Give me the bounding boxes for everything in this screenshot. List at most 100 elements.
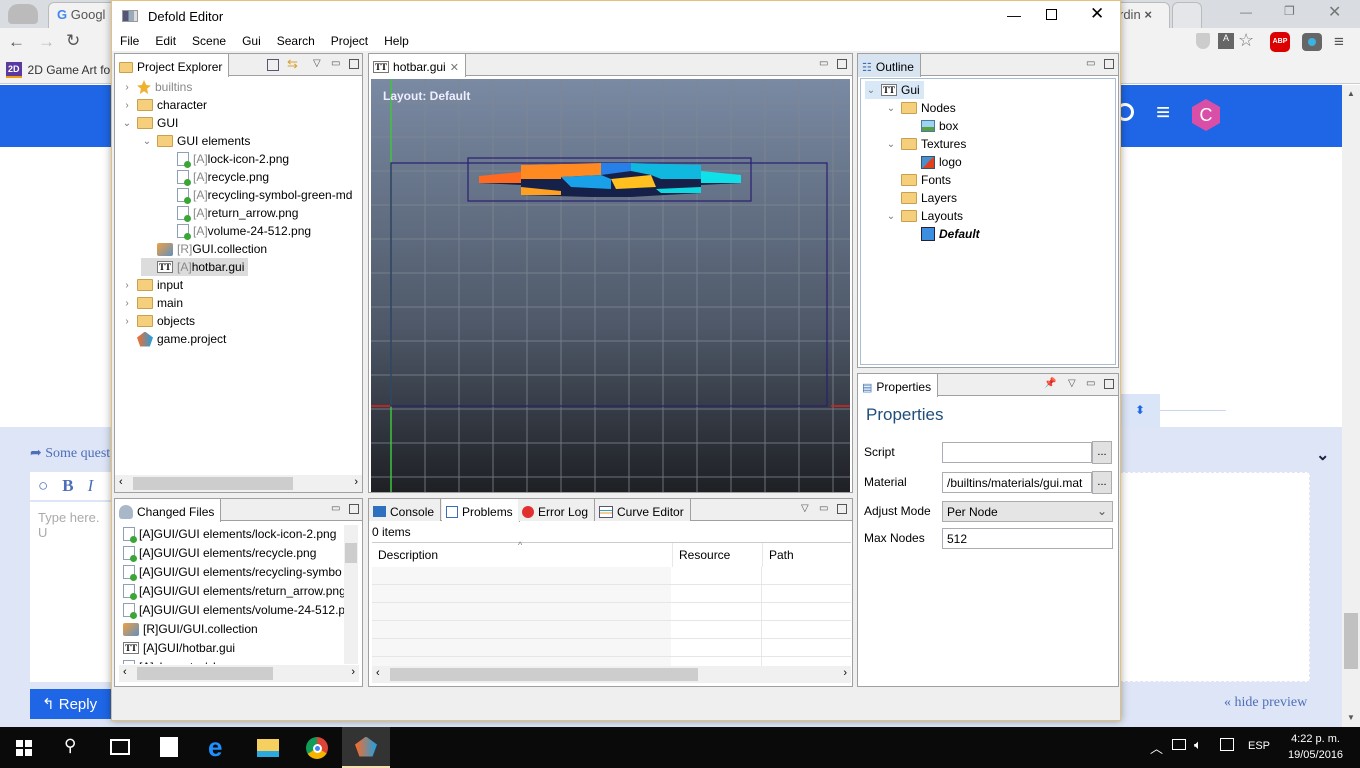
maximize-panel-icon[interactable] [837, 59, 847, 69]
tab-error-log[interactable]: Error Log [518, 499, 596, 521]
scroll-thumb[interactable] [390, 668, 698, 681]
outline-item[interactable]: ⌄ Nodes [885, 99, 956, 117]
expand-chevron-icon[interactable]: ⌄ [141, 136, 153, 147]
link-editor-icon[interactable]: ⇆ [287, 56, 298, 72]
italic-button[interactable]: I [88, 476, 94, 496]
tree-item[interactable]: › builtins [121, 78, 192, 96]
translate-icon[interactable]: A [1218, 33, 1234, 49]
changed-file-item[interactable]: [A]GUI/GUI elements/lock-icon-2.png [123, 525, 336, 543]
minimize-icon[interactable]: — [1007, 7, 1021, 23]
menu-icon[interactable]: ≡ [1334, 32, 1344, 52]
outline-item[interactable]: ⌄ Layouts [885, 207, 963, 225]
minimize-panel-icon[interactable]: ▭ [331, 58, 340, 69]
column-description[interactable]: Description ^ [372, 540, 671, 567]
reply-editor[interactable]: Type here. U [30, 502, 120, 682]
pin-icon[interactable]: 📌 [1044, 378, 1056, 389]
hide-preview-link[interactable]: « hide preview [1224, 695, 1307, 711]
collapse-icon[interactable]: ⌄ [1316, 445, 1329, 465]
tree-item[interactable]: [A]volume-24-512.png [161, 222, 311, 240]
back-icon[interactable]: ← [8, 32, 25, 52]
quote-icon[interactable]: ○ [38, 476, 48, 496]
close-icon[interactable]: ✕ [1090, 4, 1104, 24]
expand-chevron-icon[interactable]: › [121, 316, 133, 327]
scroll-up-icon[interactable]: ▲ [1347, 89, 1355, 98]
expand-chevron-icon[interactable]: ⌄ [885, 211, 897, 222]
reload-icon[interactable]: ↻ [66, 31, 80, 51]
close-tab-icon[interactable]: × [1144, 7, 1152, 22]
expand-chevron-icon[interactable]: ⌄ [865, 85, 877, 96]
page-scrollbar[interactable]: ▲ ▼ [1342, 85, 1360, 727]
vertical-scrollbar[interactable] [344, 525, 358, 664]
changed-file-item[interactable]: [A]GUI/GUI elements/volume-24-512.p [123, 601, 344, 619]
scroll-left-icon[interactable]: ‹ [123, 666, 127, 678]
scroll-thumb[interactable] [133, 477, 293, 490]
menu-project[interactable]: Project [323, 31, 376, 51]
view-menu-icon[interactable]: ▽ [1068, 378, 1076, 389]
eye-icon[interactable] [1302, 33, 1322, 51]
language-indicator[interactable]: ESP [1248, 740, 1270, 752]
column-resource[interactable]: Resource [672, 543, 761, 567]
tab-properties[interactable]: ▤ Properties [858, 374, 939, 397]
material-browse-button[interactable]: ... [1092, 471, 1112, 494]
minimize-panel-icon[interactable]: ▭ [1086, 378, 1095, 389]
minimize-panel-icon[interactable]: ▭ [331, 503, 340, 514]
tab-changed-files[interactable]: Changed Files [115, 499, 222, 522]
bookmark-item[interactable]: 2D 2D Game Art fo [6, 62, 110, 78]
tree-item[interactable]: › input [121, 276, 183, 294]
menu-edit[interactable]: Edit [147, 31, 184, 51]
reply-button[interactable]: ↰ Reply [30, 689, 112, 719]
tree-item[interactable]: ⌄ GUI elements [141, 132, 251, 150]
expand-chevron-icon[interactable]: › [121, 280, 133, 291]
browser-tab[interactable]: G Googl [48, 2, 118, 28]
tree-item[interactable]: [A]recycling-symbol-green-md [161, 186, 352, 204]
minimize-panel-icon[interactable]: ▭ [819, 58, 828, 69]
scroll-thumb[interactable] [345, 543, 357, 563]
tree-item[interactable]: › objects [121, 312, 195, 330]
minimize-panel-icon[interactable]: ▭ [1086, 58, 1095, 69]
tab-curve-editor[interactable]: Curve Editor [595, 499, 691, 521]
scroll-right-icon[interactable]: › [354, 476, 358, 488]
scroll-left-icon[interactable]: ‹ [376, 667, 380, 679]
close-tab-icon[interactable]: ✕ [450, 61, 459, 74]
view-menu-icon[interactable]: ▽ [801, 503, 809, 514]
scroll-down-icon[interactable]: ▼ [1347, 713, 1355, 722]
outline-item[interactable]: Layers [885, 189, 957, 207]
maximize-panel-icon[interactable] [837, 504, 847, 514]
edge-icon[interactable]: e [208, 732, 222, 763]
material-field[interactable]: /builtins/materials/gui.mat [942, 472, 1092, 493]
expand-chevron-icon[interactable]: › [121, 298, 133, 309]
menu-help[interactable]: Help [376, 31, 417, 51]
expand-chevron-icon[interactable]: › [121, 100, 133, 111]
horizontal-scrollbar[interactable]: ‹ › [372, 666, 851, 683]
shield-icon[interactable] [1196, 33, 1210, 49]
outline-item[interactable]: box [905, 117, 958, 135]
close-browser-icon[interactable]: ✕ [1328, 2, 1341, 22]
star-icon[interactable]: ☆ [1238, 30, 1254, 51]
forward-icon[interactable]: → [38, 32, 55, 52]
horizontal-scrollbar[interactable]: ‹ › [115, 475, 362, 492]
tree-item[interactable]: [R]GUI.collection [141, 240, 267, 258]
tree-item[interactable]: › main [121, 294, 183, 312]
scroll-left-icon[interactable]: ‹ [119, 476, 123, 488]
hamburger-icon[interactable]: ≡ [1156, 101, 1170, 125]
defold-task-icon[interactable] [342, 727, 390, 768]
changed-file-item[interactable]: [A]GUI/GUI elements/return_arrow.png [123, 582, 344, 600]
maximize-panel-icon[interactable] [349, 59, 359, 69]
tab-outline[interactable]: ☷ Outline [858, 54, 921, 77]
collapse-all-icon[interactable] [267, 59, 279, 71]
changed-file-item[interactable]: [A]GUI/GUI elements/recycle.png [123, 544, 316, 562]
windows-start-icon[interactable] [16, 740, 32, 756]
expand-chevron-icon[interactable]: ⌄ [121, 118, 133, 129]
view-menu-icon[interactable]: ▽ [313, 58, 321, 69]
new-tab-button[interactable] [1172, 2, 1202, 28]
restore-browser-icon[interactable]: ❐ [1284, 4, 1295, 18]
scroll-thumb[interactable] [1344, 613, 1358, 669]
menu-gui[interactable]: Gui [234, 31, 269, 51]
task-view-icon[interactable] [110, 739, 130, 755]
outline-item[interactable]: ⌄ TT Gui [865, 81, 924, 99]
menu-search[interactable]: Search [269, 31, 323, 51]
minimize-browser-icon[interactable]: — [1240, 5, 1252, 19]
column-path[interactable]: Path [762, 543, 851, 567]
scroll-right-icon[interactable]: › [843, 667, 847, 679]
tree-item[interactable]: ⌄ GUI [121, 114, 179, 132]
